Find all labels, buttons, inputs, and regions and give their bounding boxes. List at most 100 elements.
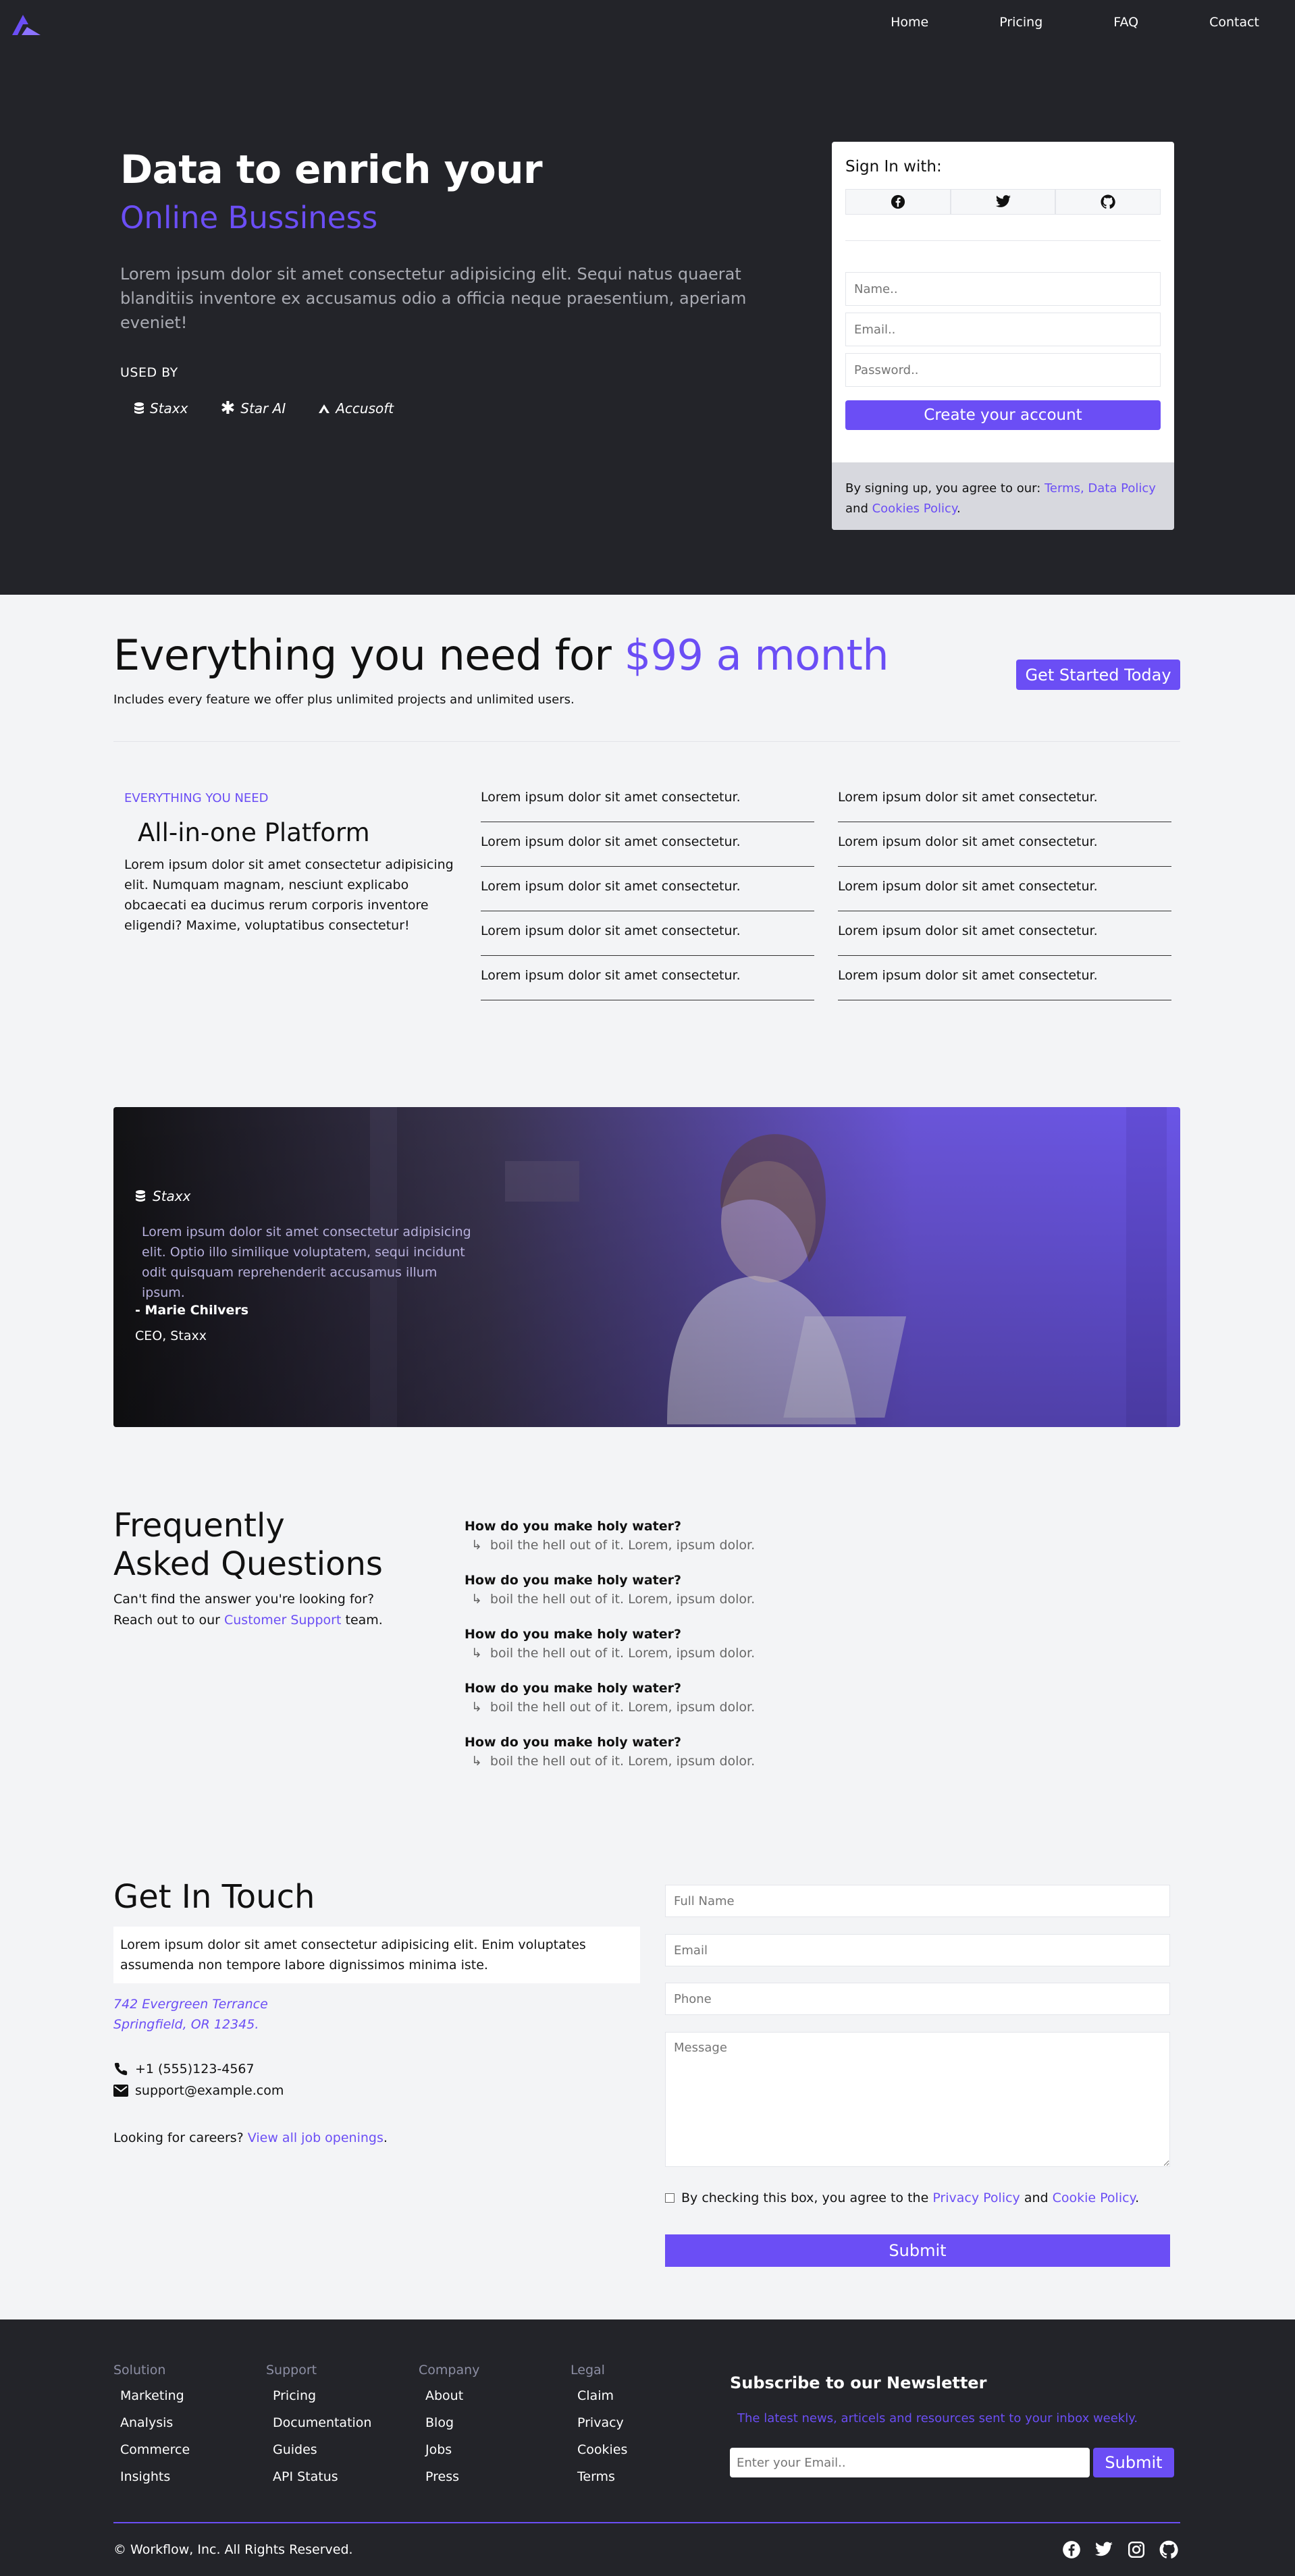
message-field[interactable] [665,2032,1170,2167]
footer-link[interactable]: Terms [577,2469,627,2486]
hero-description: Lorem ipsum dolor sit amet consectetur a… [120,265,747,332]
footer-link[interactable]: Claim [577,2388,627,2405]
feature-item: Lorem ipsum dolor sit amet consectetur. [838,911,1171,956]
nav-contact[interactable]: Contact [1209,15,1259,30]
faq-item[interactable]: How do you make holy water? ↳ boil the he… [465,1681,937,1735]
phone-field[interactable] [665,1983,1170,2015]
cookie-policy-link[interactable]: Cookie Policy [1053,2191,1135,2205]
faq-item[interactable]: How do you make holy water? ↳ boil the he… [465,1627,937,1681]
faq-question: How do you make holy water? [465,1519,682,1534]
feature-list-2: Lorem ipsum dolor sit amet consectetur. … [838,778,1171,1000]
faq-answer: ↳ boil the hell out of it. Lorem, ipsum d… [465,1754,937,1769]
footer-link[interactable]: Blog [425,2415,479,2432]
terms-text: By signing up, you agree to our: [845,481,1045,495]
newsletter-email-input[interactable] [730,2448,1090,2477]
footer-link[interactable]: Documentation [273,2415,371,2432]
hero-subtitle: Online Bussiness [120,200,378,236]
signin-terms: By signing up, you agree to our: Terms, … [832,462,1174,530]
faq-help-suffix: team. [341,1613,383,1628]
faq-question: How do you make holy water? [465,1627,682,1642]
footer-link[interactable]: About [425,2388,479,2405]
accusoft-icon [319,404,330,413]
footer-link[interactable]: Cookies [577,2442,627,2459]
address-line-1: 742 Evergreen Terrance [113,1997,268,2012]
footer-link[interactable]: Marketing [120,2388,190,2405]
footer-link[interactable]: Guides [273,2442,371,2459]
careers-suffix: . [383,2130,388,2145]
consent-text: By checking this box, you agree to the P… [681,2191,1139,2205]
twitter-icon[interactable] [1094,2540,1114,2560]
contact-description: Lorem ipsum dolor sit amet consectetur a… [113,1927,640,1983]
footer-link[interactable]: API Status [273,2469,371,2486]
faq-title: Frequently Asked Questions [113,1507,383,1583]
nav-pricing[interactable]: Pricing [999,15,1042,30]
testimonial-role: CEO, Staxx [135,1329,207,1343]
consent-row: By checking this box, you agree to the P… [665,2191,1139,2205]
footer-column-title: Legal [571,2363,605,2378]
signin-name-input[interactable] [845,272,1161,306]
get-started-button[interactable]: Get Started Today [1016,660,1180,690]
used-by-label: USED BY [120,365,178,380]
customer-support-link[interactable]: Customer Support [224,1613,341,1628]
feature-item: Lorem ipsum dolor sit amet consectetur. [838,822,1171,867]
platform-title: All-in-one Platform [138,818,370,847]
consent-prefix: By checking this box, you agree to the [681,2191,933,2205]
fullname-field[interactable] [665,1885,1170,1917]
careers-prefix: Looking for careers? [113,2130,248,2145]
nav-faq[interactable]: FAQ [1113,15,1138,30]
footer-link[interactable]: Privacy [577,2415,627,2432]
contact-submit-button[interactable]: Submit [665,2234,1170,2267]
facebook-signin-button[interactable] [845,189,951,215]
faq-item[interactable]: How do you make holy water? ↳ boil the he… [465,1735,937,1789]
contact-phone: +1 (555)123-4567 [113,2062,255,2076]
twitter-signin-button[interactable] [950,189,1056,215]
footer-column-legal: Legal Claim Privacy Cookies Terms [571,2363,627,2486]
footer-divider [113,2522,1180,2523]
faq-item[interactable]: How do you make holy water? ↳ boil the he… [465,1519,937,1573]
footer-link[interactable]: Jobs [425,2442,479,2459]
divider [113,741,1180,742]
phone-number: +1 (555)123-4567 [135,2062,255,2076]
pricing-heading-text: Everything you need for [113,630,625,680]
feature-item: Lorem ipsum dolor sit amet consectetur. [838,778,1171,822]
footer-link[interactable]: Pricing [273,2388,371,2405]
footer-link[interactable]: Press [425,2469,479,2486]
footer-link[interactable]: Analysis [120,2415,190,2432]
feature-item: Lorem ipsum dolor sit amet consectetur. [481,956,814,1000]
footer-link[interactable]: Insights [120,2469,190,2486]
hero-title: Data to enrich your [120,146,543,192]
signin-password-input[interactable] [845,353,1161,387]
pricing-subtitle: Includes every feature we offer plus unl… [113,693,575,707]
feature-item: Lorem ipsum dolor sit amet consectetur. [481,822,814,867]
instagram-icon[interactable] [1126,2540,1146,2560]
signin-email-input[interactable] [845,313,1161,346]
email-field[interactable] [665,1934,1170,1966]
facebook-icon [891,194,905,209]
job-openings-link[interactable]: View all job openings [248,2130,384,2145]
terms-end: . [957,502,961,516]
footer-column-title: Support [266,2363,317,2378]
consent-end: . [1135,2191,1140,2205]
logo-icon[interactable] [9,12,43,36]
faq-item[interactable]: How do you make holy water? ↳ boil the he… [465,1573,937,1627]
create-account-button[interactable]: Create your account [845,400,1161,430]
reply-arrow-icon: ↳ [471,1754,482,1769]
consent-checkbox[interactable] [665,2193,675,2203]
github-signin-button[interactable] [1055,189,1161,215]
faq-answer-text: boil the hell out of it. Lorem, ipsum do… [490,1700,756,1715]
faq-question: How do you make holy water? [465,1681,682,1696]
platform-description: Lorem ipsum dolor sit amet consectetur a… [124,857,454,933]
cookies-link[interactable]: Cookies Policy [872,502,957,516]
feature-item: Lorem ipsum dolor sit amet consectetur. [838,956,1171,1000]
nav-home[interactable]: Home [891,15,928,30]
privacy-policy-link[interactable]: Privacy Policy [932,2191,1020,2205]
newsletter-submit-button[interactable]: Submit [1093,2448,1174,2477]
faq-answer-text: boil the hell out of it. Lorem, ipsum do… [490,1538,756,1553]
email-address: support@example.com [135,2083,284,2098]
terms-link[interactable]: Terms, Data Policy [1045,481,1156,495]
faq-list: How do you make holy water? ↳ boil the he… [465,1519,937,1789]
footer-link[interactable]: Commerce [120,2442,190,2459]
facebook-icon[interactable] [1061,2540,1082,2560]
github-icon[interactable] [1159,2540,1179,2560]
faq-question: How do you make holy water? [465,1573,682,1588]
